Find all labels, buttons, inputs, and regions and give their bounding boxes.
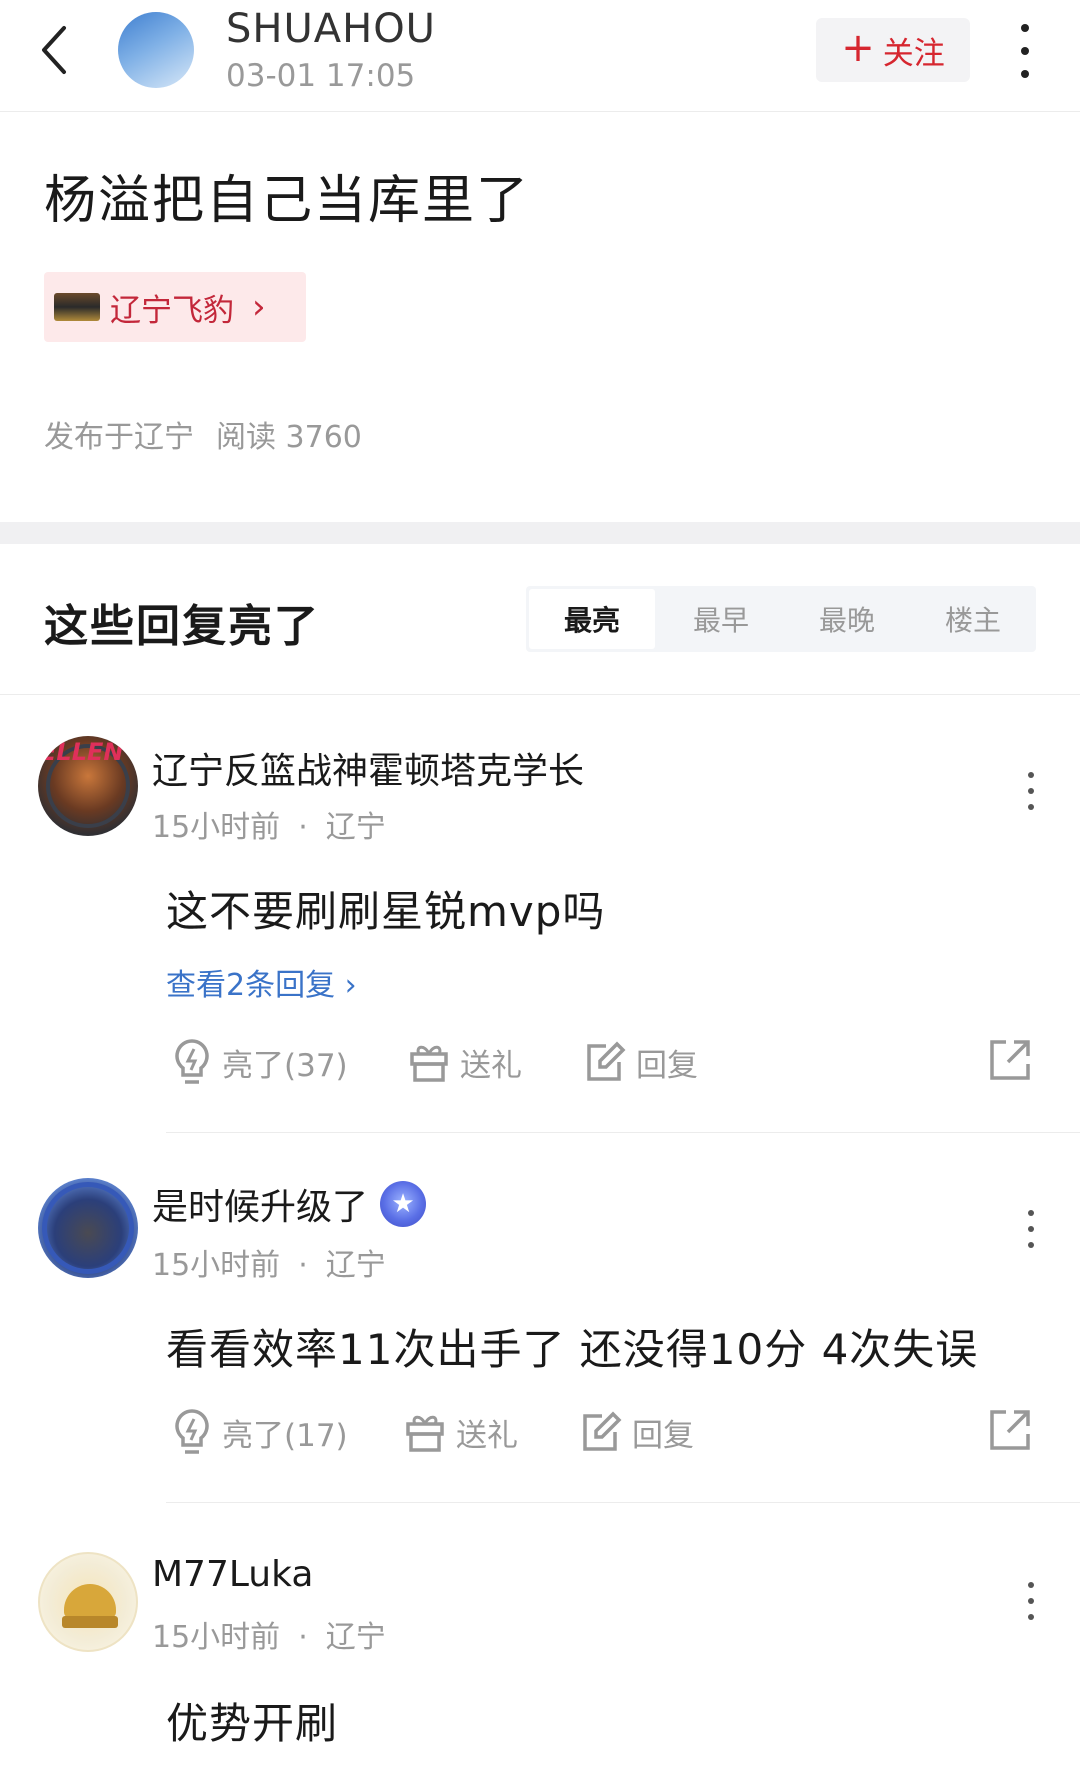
avatar-text: ELLEN xyxy=(40,738,124,766)
comment-meta: 15小时前 · 辽宁 xyxy=(152,1240,386,1284)
comment-time: 15小时前 xyxy=(152,1248,281,1283)
team-logo-icon xyxy=(54,293,100,321)
divider xyxy=(166,1502,1080,1503)
tab-latest[interactable]: 最晚 xyxy=(784,586,910,652)
view-replies-link[interactable]: 查看2条回复 › xyxy=(166,960,357,1004)
team-tag[interactable]: 辽宁飞豹 › xyxy=(44,272,306,342)
meta-separator: · xyxy=(298,810,308,845)
edit-icon xyxy=(583,1411,622,1451)
more-icon[interactable] xyxy=(1024,1582,1038,1620)
comment-meta: 15小时前 · 辽宁 xyxy=(152,802,386,846)
tab-earliest[interactable]: 最早 xyxy=(658,586,784,652)
post-timestamp: 03-01 17:05 xyxy=(226,58,416,94)
meta-separator: · xyxy=(298,1620,308,1655)
comment-time: 15小时前 xyxy=(152,1620,281,1655)
comment-text: 看看效率11次出手了 还没得10分 4次失误 xyxy=(166,1325,979,1374)
follow-button[interactable]: + 关注 xyxy=(816,18,970,82)
post-location: 发布于辽宁 xyxy=(44,420,194,455)
more-icon[interactable] xyxy=(1010,24,1040,78)
comment-text: 这不要刷刷星锐mvp吗 xyxy=(166,887,606,936)
reply-button[interactable]: 回复 xyxy=(584,1034,698,1090)
comment-location: 辽宁 xyxy=(325,1620,386,1655)
reply-label: 回复 xyxy=(636,1047,698,1084)
plus-icon: + xyxy=(841,25,875,71)
gift-label: 送礼 xyxy=(460,1047,522,1084)
comment-location: 辽宁 xyxy=(325,1248,386,1283)
gift-label: 送礼 xyxy=(456,1417,518,1454)
reply-label: 回复 xyxy=(632,1417,694,1454)
chevron-right-icon: › xyxy=(252,287,266,327)
back-icon[interactable] xyxy=(36,22,76,78)
share-icon[interactable] xyxy=(988,1408,1032,1456)
username-text: M77Luka xyxy=(152,1554,314,1595)
replies-section-title: 这些回复亮了 xyxy=(44,601,320,652)
level-badge-icon: ★ xyxy=(380,1181,427,1227)
follow-label: 关注 xyxy=(882,35,945,72)
section-divider xyxy=(0,522,1080,544)
edit-icon xyxy=(587,1041,626,1081)
comment-username[interactable]: 辽宁反篮战神霍顿塔克学长 xyxy=(152,742,584,794)
gift-button[interactable]: 送礼 xyxy=(408,1034,522,1090)
tab-op[interactable]: 楼主 xyxy=(910,586,1036,652)
username-text: 是时候升级了 xyxy=(152,1187,369,1228)
more-icon[interactable] xyxy=(1024,772,1038,810)
post-title: 杨溢把自己当库里了 xyxy=(44,171,531,231)
more-icon[interactable] xyxy=(1024,1210,1038,1248)
like-button[interactable]: 亮了(37) xyxy=(172,1034,348,1090)
lightbulb-icon xyxy=(175,1039,209,1084)
team-tag-label: 辽宁飞豹 xyxy=(110,292,234,329)
author-name[interactable]: SHUAHOU xyxy=(226,6,436,52)
meta-separator: · xyxy=(298,1248,308,1283)
comment-text: 优势开刷 xyxy=(166,1699,339,1748)
comment-actions: 亮了(17) 送礼 回复 xyxy=(166,1404,1042,1460)
comment-meta: 15小时前 · 辽宁 xyxy=(152,1612,386,1656)
comment-username[interactable]: M77Luka xyxy=(152,1554,313,1595)
comment-actions: 亮了(37) 送礼 回复 xyxy=(166,1034,1042,1090)
like-count-label: 亮了(17) xyxy=(222,1417,348,1454)
gift-icon xyxy=(410,1045,448,1082)
user-avatar[interactable] xyxy=(38,1178,138,1278)
comment-time: 15小时前 xyxy=(152,810,281,845)
gift-button[interactable]: 送礼 xyxy=(404,1404,518,1460)
lightbulb-icon xyxy=(175,1409,209,1454)
reply-button[interactable]: 回复 xyxy=(580,1404,694,1460)
user-avatar[interactable]: ELLEN xyxy=(38,736,138,836)
divider xyxy=(0,694,1080,695)
user-avatar[interactable] xyxy=(38,1552,138,1652)
author-avatar[interactable] xyxy=(118,12,194,88)
like-button[interactable]: 亮了(17) xyxy=(172,1404,348,1460)
like-count-label: 亮了(37) xyxy=(222,1047,348,1084)
comment-location: 辽宁 xyxy=(325,810,386,845)
divider xyxy=(166,1132,1080,1133)
username-text: 辽宁反篮战神霍顿塔克学长 xyxy=(152,751,585,792)
read-count: 阅读 3760 xyxy=(216,420,362,455)
comment-username[interactable]: 是时候升级了 ★ xyxy=(152,1178,427,1230)
top-bar: SHUAHOU 03-01 17:05 + 关注 xyxy=(0,0,1080,112)
post-meta: 发布于辽宁 阅读 3760 xyxy=(44,412,362,456)
sort-tabs: 最亮 最早 最晚 楼主 xyxy=(526,586,1036,652)
share-icon[interactable] xyxy=(988,1038,1032,1086)
gift-icon xyxy=(406,1415,444,1452)
tab-brightest[interactable]: 最亮 xyxy=(529,589,655,649)
